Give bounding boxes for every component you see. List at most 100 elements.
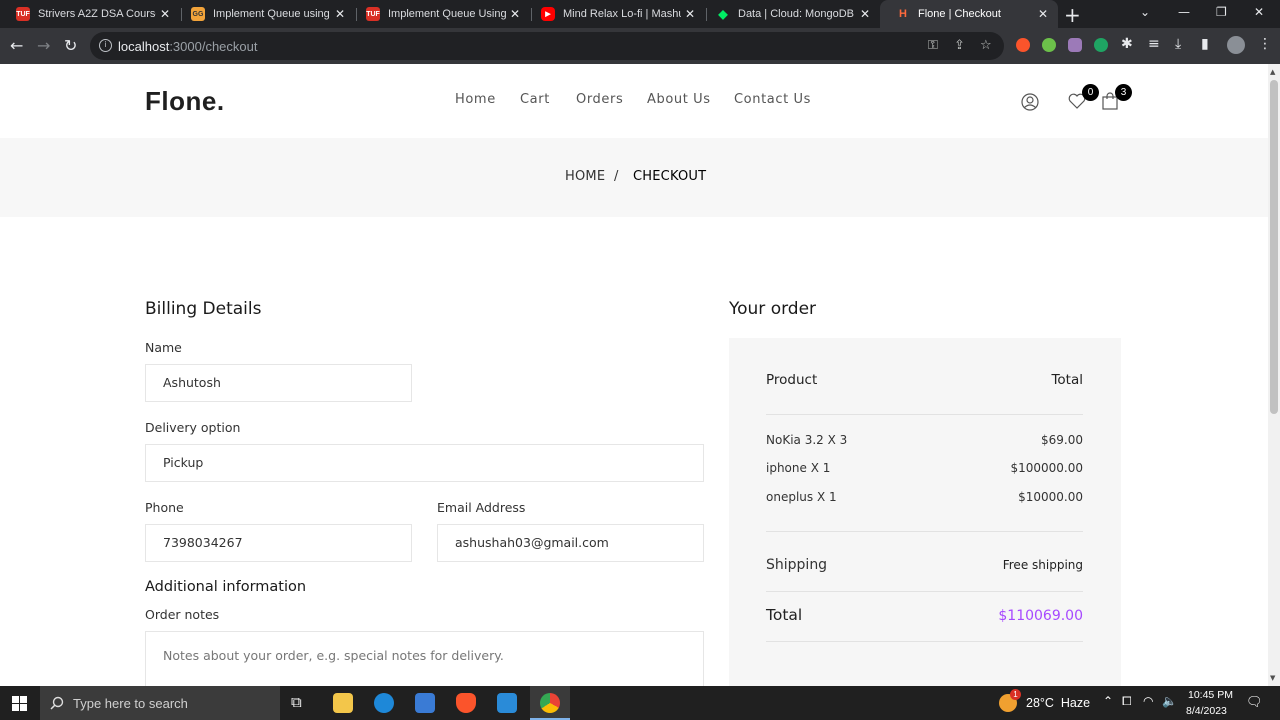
download-icon[interactable]: ⤓	[1175, 36, 1181, 52]
url-path: :3000/checkout	[169, 39, 258, 54]
order-item-name: oneplus X 1	[766, 490, 837, 504]
reading-list-icon[interactable]: ≡	[1148, 36, 1160, 52]
billing-details-title: Billing Details	[145, 299, 262, 319]
order-item-name: iphone X 1	[766, 461, 831, 475]
site-logo[interactable]: Flone.	[145, 86, 225, 117]
site-info-icon[interactable]: i	[99, 39, 112, 52]
delivery-option-label: Delivery option	[145, 420, 241, 435]
windows-start-icon[interactable]	[12, 696, 27, 711]
extension-icon[interactable]	[1094, 38, 1108, 52]
order-item-price: $100000.00	[1010, 461, 1083, 475]
restore-icon[interactable]: ❐	[1216, 5, 1227, 19]
edge-browser-icon[interactable]	[374, 693, 394, 713]
back-icon[interactable]: ←	[10, 36, 23, 55]
nav-contact-us[interactable]: Contact Us	[734, 92, 811, 107]
browser-tab[interactable]: GG Implement Queue using Ar ✕	[175, 0, 355, 28]
email-input[interactable]: ashushah03@gmail.com	[437, 524, 704, 562]
order-total-value: $110069.00	[998, 608, 1083, 624]
speaker-volume-icon[interactable]: 🔈	[1162, 694, 1177, 708]
vscode-icon[interactable]	[497, 693, 517, 713]
order-item-name: NoKia 3.2 X 3	[766, 433, 848, 447]
page-scrollbar[interactable]: ▲ ▼	[1268, 64, 1280, 686]
breadcrumb-separator: /	[614, 169, 619, 184]
minimize-icon[interactable]: —	[1178, 5, 1190, 19]
password-key-icon[interactable]: ⚿	[928, 38, 938, 53]
browser-toolbar: ← → ↻ i localhost:3000/checkout ⚿ ⇪ ☆ ✱ …	[0, 28, 1280, 64]
side-panel-icon[interactable]: ▮	[1201, 36, 1209, 52]
weather-alert-badge: 1	[1010, 689, 1021, 700]
close-window-icon[interactable]: ✕	[1254, 5, 1264, 19]
tab-search-icon[interactable]: ⌄	[1140, 5, 1150, 19]
your-order-title: Your order	[729, 299, 817, 319]
browser-tab[interactable]: ◆ Data | Cloud: MongoDB Clo ✕	[700, 0, 880, 28]
extension-icon[interactable]	[1016, 38, 1030, 52]
additional-information-title: Additional information	[145, 579, 307, 595]
clock-time[interactable]: 10:45 PM	[1188, 689, 1233, 701]
reload-icon[interactable]: ↻	[64, 36, 77, 55]
divider	[766, 531, 1083, 532]
phone-input[interactable]: 7398034267	[145, 524, 412, 562]
weather-text[interactable]: 28°C Haze	[1026, 696, 1090, 710]
address-bar[interactable]: i localhost:3000/checkout ⚿ ⇪ ☆	[90, 32, 1004, 60]
search-placeholder: Type here to search	[73, 696, 188, 711]
taskbar-search-box[interactable]: Type here to search	[40, 686, 280, 720]
url-text[interactable]: localhost:3000/checkout	[118, 39, 258, 54]
share-icon[interactable]: ⇪	[954, 38, 965, 53]
brave-browser-icon[interactable]	[456, 693, 476, 713]
delivery-option-input[interactable]: Pickup	[145, 444, 704, 482]
close-tab-icon[interactable]: ✕	[1034, 7, 1052, 21]
microsoft-store-icon[interactable]	[415, 693, 435, 713]
extension-icon[interactable]	[1042, 38, 1056, 52]
bookmark-star-icon[interactable]: ☆	[980, 38, 992, 53]
mongodb-leaf-icon: ◆	[718, 7, 728, 21]
nav-home[interactable]: Home	[455, 92, 496, 107]
menu-kebab-icon[interactable]: ⋮	[1258, 36, 1272, 52]
tab-title: Flone | Checkout	[918, 8, 1001, 20]
new-tab-icon[interactable]: +	[1064, 3, 1081, 27]
forward-icon[interactable]: →	[37, 36, 50, 55]
show-hidden-icons-chevron[interactable]: ⌃	[1103, 694, 1113, 708]
notifications-icon[interactable]: 🗨	[1246, 694, 1263, 710]
close-tab-icon[interactable]: ✕	[506, 7, 524, 21]
order-notes-label: Order notes	[145, 607, 220, 622]
clock-date[interactable]: 8/4/2023	[1186, 705, 1227, 717]
browser-tab[interactable]: TUF Implement Queue Using Ar ✕	[350, 0, 530, 28]
close-tab-icon[interactable]: ✕	[331, 7, 349, 21]
close-tab-icon[interactable]: ✕	[156, 7, 174, 21]
name-input[interactable]: Ashutosh	[145, 364, 412, 402]
user-account-icon[interactable]	[1021, 93, 1039, 111]
tab-title: Mind Relax Lo-fi | Mashup |	[563, 8, 681, 20]
browser-tab[interactable]: ▶ Mind Relax Lo-fi | Mashup | ✕	[525, 0, 705, 28]
shipping-value: Free shipping	[1002, 558, 1083, 572]
order-summary-box: Product Total NoKia 3.2 X 3 $69.00 iphon…	[729, 338, 1121, 686]
tab-title: Data | Cloud: MongoDB Clo	[738, 8, 856, 20]
email-label: Email Address	[437, 500, 526, 515]
close-tab-icon[interactable]: ✕	[681, 7, 699, 21]
scrollbar-thumb[interactable]	[1270, 80, 1278, 414]
nav-about-us[interactable]: About Us	[647, 92, 711, 107]
wifi-icon[interactable]: ◠	[1143, 694, 1153, 708]
file-explorer-icon[interactable]	[333, 693, 353, 713]
extension-icon[interactable]	[1068, 38, 1082, 52]
shipping-label: Shipping	[766, 557, 828, 573]
order-notes-textarea[interactable]: Notes about your order, e.g. special not…	[145, 631, 704, 686]
close-tab-icon[interactable]: ✕	[856, 7, 874, 21]
breadcrumb-current: CHECKOUT	[633, 169, 707, 184]
tuf-logo-icon: TUF	[16, 7, 30, 21]
breadcrumb-home-link[interactable]: HOME	[565, 169, 605, 184]
scroll-down-arrow-icon[interactable]: ▼	[1270, 674, 1275, 682]
order-item-price: $10000.00	[1018, 490, 1083, 504]
phone-label: Phone	[145, 500, 184, 515]
profile-avatar[interactable]	[1227, 36, 1245, 54]
nav-orders[interactable]: Orders	[576, 92, 623, 107]
task-view-icon[interactable]: ⧉	[291, 694, 302, 711]
browser-tab[interactable]: TUF Strivers A2Z DSA Course/Sh ✕	[0, 0, 180, 28]
order-item-price: $69.00	[1041, 433, 1083, 447]
nav-cart[interactable]: Cart	[520, 92, 550, 107]
extensions-puzzle-icon[interactable]: ✱	[1121, 36, 1133, 52]
browser-tab-active[interactable]: H Flone | Checkout ✕	[880, 0, 1058, 28]
divider	[766, 591, 1083, 592]
taskbar-active-app[interactable]	[530, 686, 570, 720]
scroll-up-arrow-icon[interactable]: ▲	[1270, 68, 1275, 76]
notification-tray-icon[interactable]: ⧠	[1122, 694, 1132, 709]
